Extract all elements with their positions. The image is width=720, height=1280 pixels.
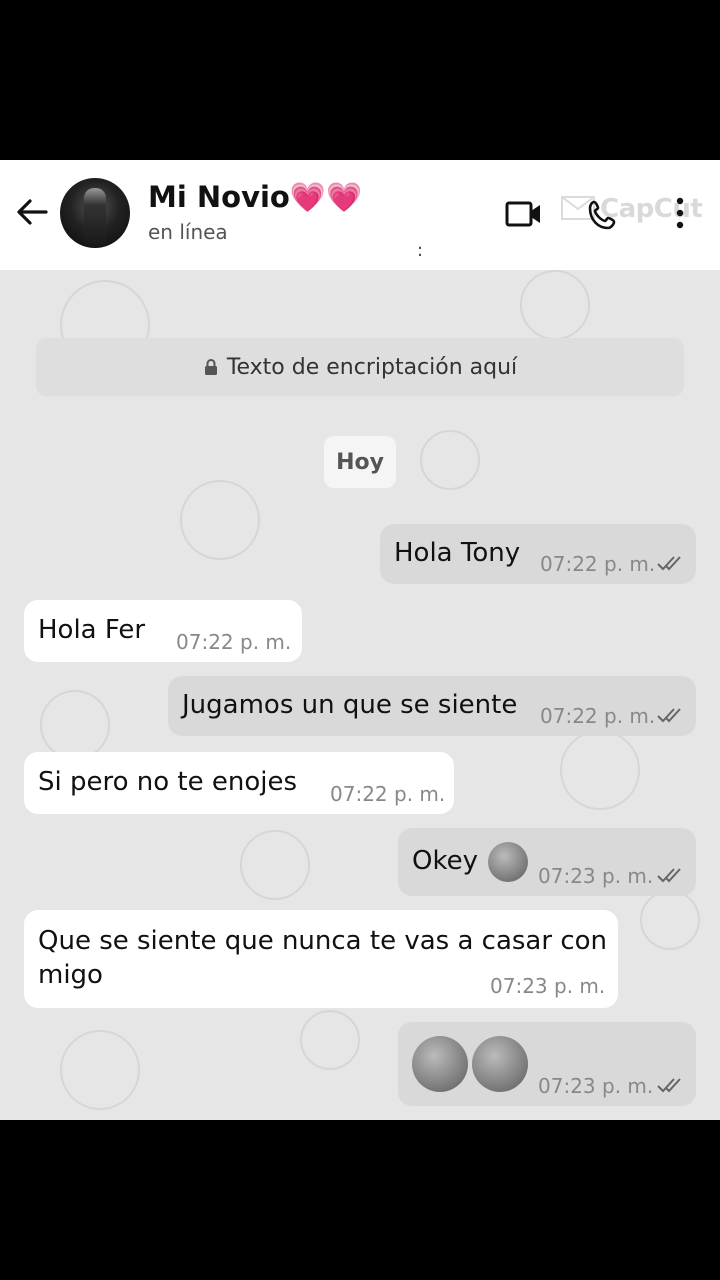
- message-text: Okey: [412, 846, 478, 876]
- wallpaper-doodle: [520, 270, 590, 340]
- message-time: 07:22 p. m.: [176, 630, 292, 654]
- message-time: 07:23 p. m.: [490, 974, 606, 998]
- chat-area[interactable]: Texto de encriptación aquí Hoy Hola Tony…: [0, 270, 720, 1120]
- wallpaper-doodle: [420, 430, 480, 490]
- back-button[interactable]: [10, 190, 54, 234]
- message-time: 07:22 p. m.: [540, 704, 656, 728]
- kebab-menu-icon: [676, 197, 684, 229]
- avatar[interactable]: [60, 178, 130, 248]
- message-text: Hola Fer: [38, 615, 146, 645]
- message-time: 07:23 p. m.: [538, 864, 654, 888]
- message-time: 07:22 p. m.: [540, 552, 656, 576]
- message-text: Si pero no te enojes: [38, 767, 298, 797]
- message-bubble-incoming[interactable]: Si pero no te enojes 07:22 p. m.: [24, 752, 454, 814]
- double-check-icon: [657, 556, 681, 571]
- message-bubble-outgoing[interactable]: 07:23 p. m.: [398, 1022, 696, 1106]
- video-call-button[interactable]: [505, 200, 543, 232]
- wallpaper-doodle: [240, 830, 310, 900]
- more-options-button[interactable]: [672, 196, 688, 234]
- message-text-line2: migo: [38, 960, 103, 990]
- message-text: Que se siente que nunca te vas a casar c…: [38, 926, 608, 956]
- message-text: Jugamos un que se siente: [182, 690, 518, 720]
- sad-tear-face-emoji-icon: [472, 1036, 528, 1092]
- double-check-icon: [657, 868, 681, 883]
- message-time: 07:23 p. m.: [538, 1074, 654, 1098]
- lock-icon: [204, 359, 217, 375]
- message-bubble-incoming[interactable]: Que se siente que nunca te vas a casar c…: [24, 910, 618, 1008]
- wallpaper-doodle: [640, 890, 700, 950]
- phone-icon: [588, 200, 616, 230]
- header-colon: :: [417, 240, 424, 261]
- message-text: Hola Tony: [394, 538, 521, 568]
- wallpaper-doodle: [180, 480, 260, 560]
- chat-header: Mi Novio💗💗 en línea : CapCut: [0, 160, 720, 270]
- encryption-notice[interactable]: Texto de encriptación aquí: [36, 338, 684, 396]
- message-bubble-outgoing[interactable]: Okey 07:23 p. m.: [398, 828, 696, 896]
- wallpaper-doodle: [300, 1010, 360, 1070]
- double-check-icon: [657, 708, 681, 723]
- message-bubble-incoming[interactable]: Hola Fer 07:22 p. m.: [24, 600, 302, 662]
- wallpaper-doodle: [560, 730, 640, 810]
- date-chip: Hoy: [324, 436, 396, 488]
- wallpaper-doodle: [60, 1030, 140, 1110]
- contact-name[interactable]: Mi Novio💗💗: [148, 180, 362, 215]
- encryption-text: Texto de encriptación aquí: [226, 354, 518, 380]
- message-bubble-outgoing[interactable]: Hola Tony 07:22 p. m.: [380, 524, 696, 584]
- black-letterbox-top: [0, 0, 720, 160]
- video-camera-icon: [505, 201, 540, 227]
- message-time: 07:22 p. m.: [330, 782, 446, 806]
- contact-status: en línea: [148, 220, 228, 244]
- arrow-left-icon: [17, 199, 48, 225]
- redacted-area: [240, 236, 420, 268]
- kissing-face-wink-emoji-icon: [488, 842, 528, 882]
- double-check-icon: [657, 1078, 681, 1093]
- black-letterbox-bottom: [0, 1120, 720, 1280]
- voice-call-button[interactable]: [586, 198, 620, 236]
- wallpaper-doodle: [40, 690, 110, 760]
- sleepy-face-emoji-icon: [412, 1036, 468, 1092]
- message-bubble-outgoing[interactable]: Jugamos un que se siente 07:22 p. m.: [168, 676, 696, 736]
